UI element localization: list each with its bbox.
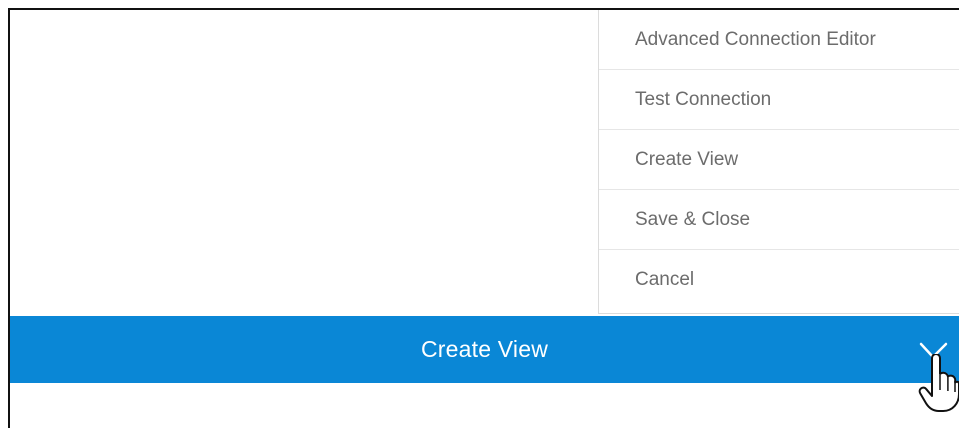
menu-item-label: Create View [635, 148, 739, 170]
menu-item-label: Test Connection [635, 88, 772, 110]
create-view-label: Create View [420, 336, 549, 362]
chevron-down-icon [919, 342, 948, 359]
menu-item-label: Advanced Connection Editor [635, 28, 876, 50]
menu-item-label: Cancel [635, 269, 695, 290]
create-view-button[interactable]: Create View [10, 316, 959, 383]
bottom-divider [10, 383, 959, 386]
menu-item-label: Save & Close [635, 208, 751, 230]
menu-item-test-connection[interactable]: Test Connection [599, 70, 959, 130]
menu-item-save-close[interactable]: Save & Close [599, 190, 959, 250]
menu-item-create-view[interactable]: Create View [599, 130, 959, 190]
dropdown-menu: Advanced Connection Editor Test Connecti… [598, 10, 959, 314]
dropdown-toggle-button[interactable] [908, 316, 959, 383]
menu-item-cancel[interactable]: Cancel [599, 250, 959, 310]
menu-item-advanced-connection-editor[interactable]: Advanced Connection Editor [599, 10, 959, 70]
